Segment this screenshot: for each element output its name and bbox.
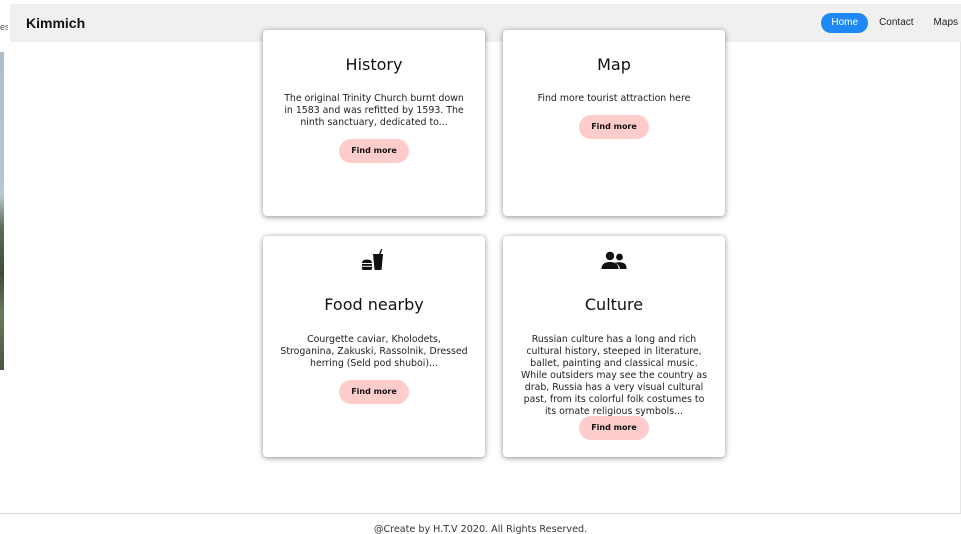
card-description: Find more tourist attraction here (537, 93, 691, 104)
people-icon (503, 248, 725, 274)
find-more-button[interactable]: Find more (579, 115, 649, 139)
card-food-nearby: Food nearby Courgette caviar, Kholodets,… (263, 236, 485, 457)
footer-copyright: @Create by H.T.V 2020. All Rights Reserv… (373, 524, 588, 534)
card-title: Map (597, 55, 631, 74)
card-map: Map Find more tourist attraction here Fi… (503, 30, 725, 216)
background-photo (0, 52, 4, 370)
footer-divider (0, 513, 961, 514)
card-culture: Culture Russian culture has a long and r… (503, 236, 725, 457)
card-title: Food nearby (324, 295, 424, 314)
nav-item-maps[interactable]: Maps (924, 13, 961, 33)
find-more-button[interactable]: Find more (339, 139, 409, 163)
card-title: Culture (584, 295, 644, 314)
nav-menu: Home Contact Maps (821, 13, 961, 33)
find-more-button[interactable]: Find more (579, 416, 649, 440)
fastfood-icon (263, 248, 485, 274)
brand-logo[interactable]: Kimmich (26, 15, 85, 31)
card-description: Courgette caviar, Kholodets, Stroganina,… (280, 334, 468, 369)
nav-item-contact[interactable]: Contact (869, 13, 923, 33)
top-navbar: Kimmich Home Contact Maps (10, 4, 961, 42)
card-description: The original Trinity Church burnt down i… (284, 93, 464, 128)
card-title: History (345, 55, 403, 74)
card-description: Russian culture has a long and rich cult… (520, 334, 708, 417)
clipped-text-fragment: es (0, 22, 8, 32)
nav-item-home[interactable]: Home (821, 13, 869, 33)
card-history: History The original Trinity Church burn… (263, 30, 485, 216)
background-page-strip: es (0, 0, 8, 534)
find-more-button[interactable]: Find more (339, 380, 409, 404)
